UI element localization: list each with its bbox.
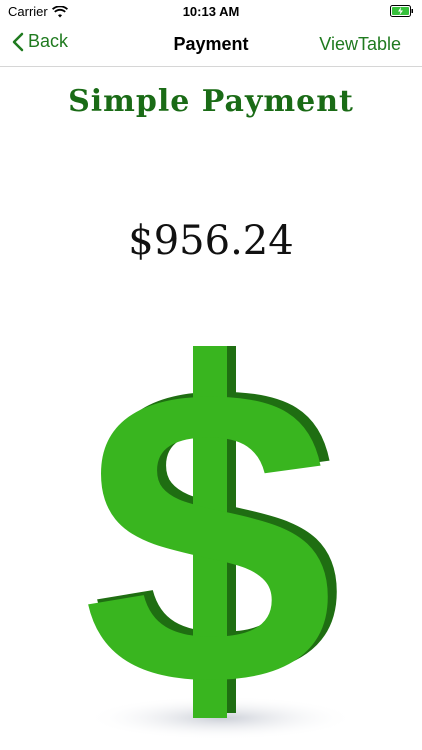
status-bar: Carrier 10:13 AM [0,0,422,24]
page-title: Simple Payment [68,84,354,119]
payment-amount: $956.24 [128,218,294,264]
status-time: 10:13 AM [182,4,240,19]
battery-charging-icon [390,5,413,17]
navigation-bar: Back Payment ViewTable [0,24,422,67]
view-table-button[interactable]: ViewTable [319,34,401,55]
green-dollar-sign-icon: S S [77,346,351,746]
svg-text:S: S [77,346,344,746]
